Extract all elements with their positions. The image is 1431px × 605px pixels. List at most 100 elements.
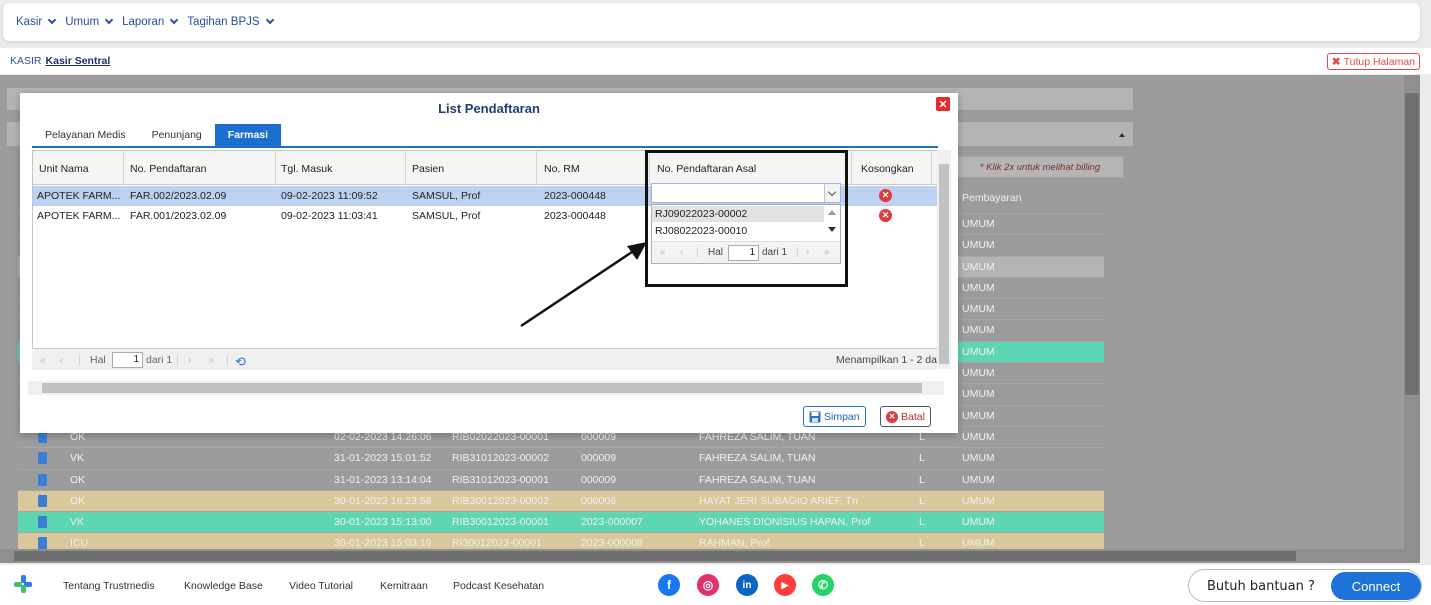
cell-no-rm: 2023-000008 (581, 537, 643, 550)
document-icon[interactable] (38, 494, 47, 507)
document-icon[interactable] (38, 516, 47, 529)
column-header-no-pendaftaran[interactable]: No. Pendaftaran (130, 163, 206, 175)
cell-sex: L (919, 452, 925, 465)
nav-menu-kasir[interactable]: Kasir (16, 15, 57, 28)
column-header-tgl-masuk[interactable]: Tgl. Masuk (281, 163, 332, 175)
refresh-icon[interactable]: ⟲ (235, 354, 246, 370)
scroll-thumb[interactable] (42, 383, 922, 393)
cancel-icon: ✕ (886, 410, 898, 423)
nav-label: Tagihan BPJS (187, 16, 260, 28)
cell-pasien: SAMSUL, Prof (412, 190, 481, 202)
footer-link-knowledge-base[interactable]: Knowledge Base (184, 580, 263, 592)
tab-pelayanan-medis[interactable]: Pelayanan Medis (32, 124, 139, 146)
footer-link-kemitraan[interactable]: Kemitraan (380, 580, 428, 592)
footer-link-podcast[interactable]: Podcast Kesehatan (453, 580, 544, 592)
collapse-icon[interactable] (1119, 133, 1125, 137)
linkedin-icon[interactable]: in (736, 574, 758, 596)
vertical-scrollbar[interactable] (1404, 75, 1420, 549)
cell-payment: UMUM (962, 388, 995, 401)
cell-registration: RI30012023-00001 (452, 537, 542, 550)
tab-penunjang[interactable]: Penunjang (139, 124, 215, 146)
cell-unit: VK (70, 452, 85, 465)
close-icon: ✖ (1331, 55, 1341, 68)
pager-summary: Menampilkan 1 - 2 da (836, 354, 937, 366)
dialog-close-button[interactable]: ✕ (936, 97, 950, 111)
cell-patient: RAHMAN, Prof (699, 537, 770, 550)
tab-farmasi[interactable]: Farmasi (214, 124, 282, 146)
cell-payment: UMUM (962, 430, 995, 443)
document-icon[interactable] (38, 452, 47, 465)
cell-payment: UMUM (962, 516, 995, 529)
column-header-kosongkan[interactable]: Kosongkan (861, 163, 914, 175)
column-header-unit-nama[interactable]: Unit Nama (39, 163, 89, 175)
facebook-icon[interactable]: f (658, 574, 680, 596)
column-header-no-rm[interactable]: No. RM (544, 163, 580, 175)
scroll-thumb[interactable] (14, 551, 1296, 561)
cell-unit: OK (70, 494, 86, 507)
cell-payment: UMUM (962, 324, 995, 337)
cell-payment: UMUM (962, 281, 995, 294)
table-row[interactable]: OK 30-01-2023 16:23:58 RIB30012023-00002 00… (18, 490, 1104, 513)
column-header-pasien[interactable]: Pasien (412, 163, 444, 175)
cancel-button[interactable]: ✕ Batal (880, 406, 931, 427)
breadcrumb-current-link[interactable]: Kasir Sentral (46, 55, 111, 67)
cell-patient: HAYAT JERI SUBAGIO ARIEF, Tn (699, 494, 858, 507)
document-icon[interactable] (38, 537, 47, 550)
column-divider (275, 151, 276, 185)
cell-unit-nama: APOTEK FARM... (37, 210, 121, 222)
cell-no-rm: 2023-000448 (544, 210, 606, 222)
cell-unit: OK (70, 473, 86, 486)
cell-patient: FAHREZA SALIM, TUAN (699, 473, 816, 486)
clear-icon[interactable]: ✕ (879, 209, 892, 222)
footer-bar: Tentang Trustmedis Knowledge Base Video … (0, 565, 1431, 605)
cell-unit-nama: APOTEK FARM... (37, 190, 121, 202)
nav-menu-umum[interactable]: Umum (65, 15, 114, 28)
cell-sex: L (919, 494, 925, 507)
cancel-button-label: Batal (901, 410, 925, 423)
youtube-icon[interactable]: ▶ (774, 574, 796, 596)
cell-sex: L (919, 516, 925, 529)
cell-date: 30-01-2023 16:23:58 (334, 494, 432, 507)
cell-payment: UMUM (962, 494, 995, 507)
annotation-highlight-box (645, 150, 848, 287)
grid-vertical-scrollbar[interactable] (937, 150, 951, 369)
table-row[interactable]: VK 30-01-2023 15:13:00 RIB30012023-00001 20… (18, 512, 1104, 534)
save-button-label: Simpan (824, 410, 860, 423)
scroll-thumb[interactable] (939, 164, 949, 364)
next-page-icon[interactable]: › (188, 354, 192, 366)
cell-registration: RIB31012023-00001 (452, 473, 549, 486)
close-page-label: Tutup Halaman (1343, 55, 1415, 68)
prev-page-icon[interactable]: ‹ (60, 354, 64, 366)
trustmedis-logo-icon[interactable] (14, 575, 32, 593)
instagram-icon[interactable]: ◎ (697, 574, 719, 596)
column-divider (851, 151, 852, 185)
footer-link-video-tutorial[interactable]: Video Tutorial (289, 580, 353, 592)
table-row[interactable]: VK 31-01-2023 15:01:52 RIB31012023-00002 00… (18, 448, 1104, 470)
first-page-icon[interactable]: « (40, 354, 46, 366)
footer-link-tentang[interactable]: Tentang Trustmedis (63, 580, 155, 592)
tab-underline (32, 146, 938, 148)
cell-payment: UMUM (962, 303, 995, 316)
cell-payment: UMUM (962, 260, 995, 273)
nav-menu-tagihan-bpjs[interactable]: Tagihan BPJS (187, 15, 274, 28)
whatsapp-icon[interactable]: ✆ (812, 574, 834, 596)
cell-registration: RIB30012023-00002 (452, 494, 549, 507)
horizontal-scrollbar[interactable] (0, 549, 1420, 563)
table-row[interactable]: OK 31-01-2023 13:14:04 RIB31012023-00001 00… (18, 469, 1104, 491)
page-number-input[interactable]: 1 (112, 352, 143, 368)
dialog-title: List Pendaftaran (438, 101, 540, 116)
cell-date: 30-01-2023 15:13:00 (334, 516, 432, 529)
connect-button[interactable]: Connect (1331, 572, 1421, 600)
nav-menu-laporan[interactable]: Laporan (122, 15, 179, 28)
clear-icon[interactable]: ✕ (879, 189, 892, 202)
save-button[interactable]: Simpan (803, 406, 866, 427)
cell-unit: VK (70, 516, 85, 529)
last-page-icon[interactable]: » (208, 354, 214, 366)
page-label: Hal (90, 354, 106, 366)
grid-horizontal-scrollbar[interactable] (28, 381, 944, 395)
close-page-button[interactable]: ✖ Tutup Halaman (1326, 53, 1420, 70)
top-navbar: Kasir Umum Laporan Tagihan BPJS (3, 3, 1420, 41)
scroll-thumb[interactable] (1405, 93, 1419, 395)
document-icon[interactable] (38, 473, 47, 486)
nav-label: Kasir (16, 16, 43, 28)
